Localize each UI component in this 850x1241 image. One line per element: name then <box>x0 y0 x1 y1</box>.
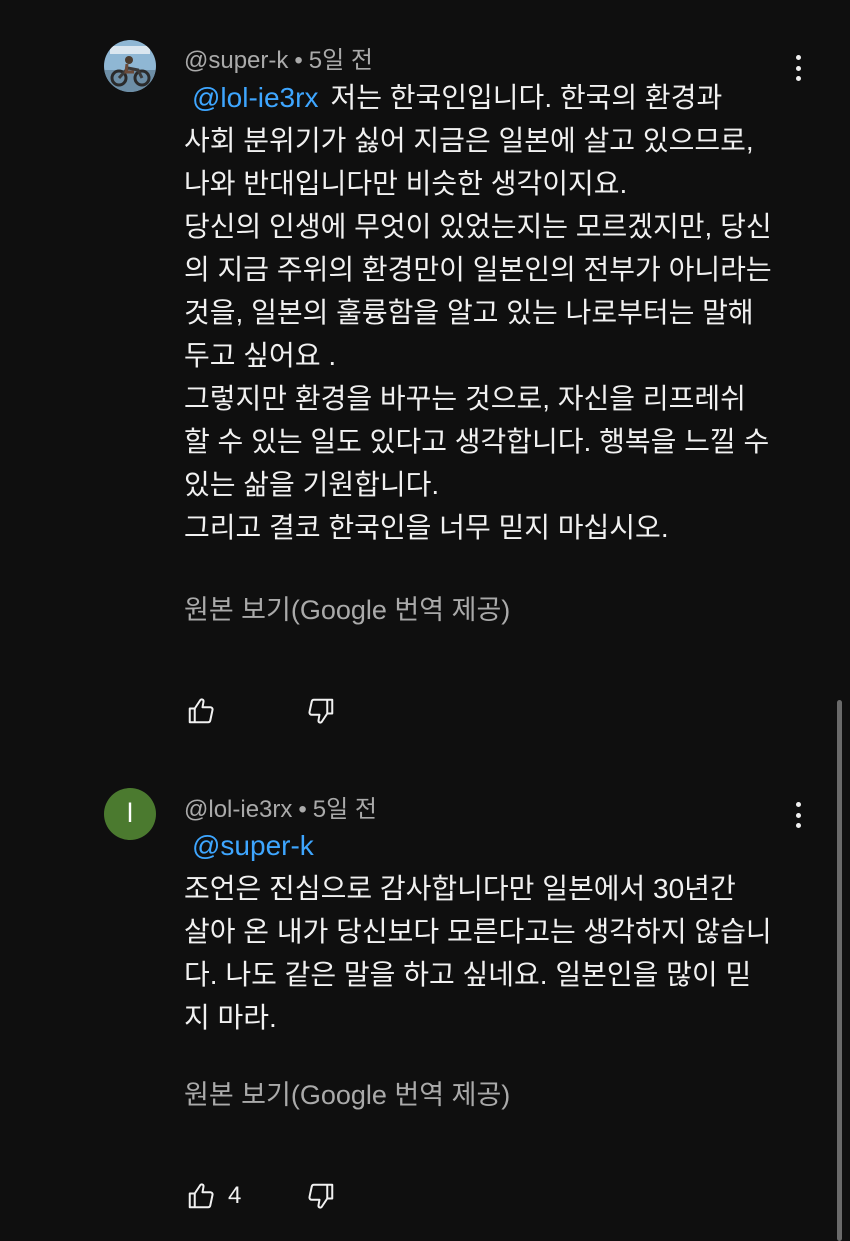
mention-link[interactable]: @lol-ie3rx <box>184 82 318 113</box>
avatar[interactable]: l <box>104 788 156 840</box>
comment-line: 다. 나도 같은 말을 하고 싶네요. 일본인을 많이 믿 <box>184 959 752 990</box>
comment-line: 두고 싶어요 . <box>184 340 337 371</box>
comment-meta: @lol-ie3rx • 5일 전 <box>184 789 377 824</box>
comment-body: @super-k 조언은 진심으로 감사합니다만 일본에서 30년간 살아 온 … <box>184 824 804 1039</box>
dislike-button[interactable] <box>306 694 336 728</box>
comment-line: 나와 반대입니다만 비슷한 생각이지요. <box>184 168 628 199</box>
comment-line: 할 수 있는 일도 있다고 생각합니다. 행복을 느낄 수 <box>184 426 770 457</box>
comment-author[interactable]: @super-k <box>184 47 288 74</box>
meta-separator: • <box>294 47 303 74</box>
comment-line-1: @lol-ie3rx 저는 한국인입니다. 한국의 환경과 <box>184 76 804 119</box>
like-count: 4 <box>228 1182 242 1209</box>
comment-time[interactable]: 5일 전 <box>309 47 373 74</box>
thumb-up-icon <box>188 698 214 724</box>
comment-line: 의 지금 주위의 환경만이 일본인의 전부가 아니라는 <box>184 254 772 285</box>
comment-line: 그렇지만 환경을 바꾸는 것으로, 자신을 리프레쉬 <box>184 383 746 414</box>
comment-time[interactable]: 5일 전 <box>313 796 377 823</box>
comment-line: 있는 삶을 기원합니다. <box>184 469 440 500</box>
comment-line: 살아 온 내가 당신보다 모른다고는 생각하지 않습니 <box>184 916 772 947</box>
dislike-button[interactable] <box>306 1179 336 1213</box>
avatar-motorcycle-image <box>104 40 156 92</box>
comment-line-1: @super-k <box>184 824 804 867</box>
show-original-link[interactable]: 원본 보기(Google 번역 제공) <box>184 1073 510 1112</box>
comment-author[interactable]: @lol-ie3rx <box>184 796 292 823</box>
thumb-up-icon <box>188 1183 214 1209</box>
comment-line: 조언은 진심으로 감사합니다만 일본에서 30년간 <box>184 873 736 904</box>
scrollbar[interactable] <box>837 700 842 1241</box>
comment-line: 그리고 결코 한국인을 너무 믿지 마십시오. <box>184 512 669 543</box>
thumb-down-icon <box>308 1183 334 1209</box>
avatar-letter: l <box>126 799 134 829</box>
comment-meta: @super-k • 5일 전 <box>184 40 373 75</box>
comment-line: 지 마라. <box>184 1002 277 1033</box>
comment-line: 당신의 인생에 무엇이 있었는지는 모르겠지만, 당신 <box>184 211 772 242</box>
comment-body: @lol-ie3rx 저는 한국인입니다. 한국의 환경과 사회 분위기가 싫어 … <box>184 76 804 549</box>
like-button[interactable] <box>186 694 228 728</box>
comment-line: 것을, 일본의 훌륭함을 알고 있는 나로부터는 말해 <box>184 297 754 328</box>
meta-separator: • <box>298 796 307 823</box>
thumb-down-icon <box>308 698 334 724</box>
mention-link[interactable]: @super-k <box>184 830 314 861</box>
show-original-link[interactable]: 원본 보기(Google 번역 제공) <box>184 588 510 627</box>
like-button[interactable]: 4 <box>186 1179 241 1213</box>
avatar[interactable] <box>104 40 156 92</box>
comment-line: 사회 분위기가 싫어 지금은 일본에 살고 있으므로, <box>184 125 754 156</box>
